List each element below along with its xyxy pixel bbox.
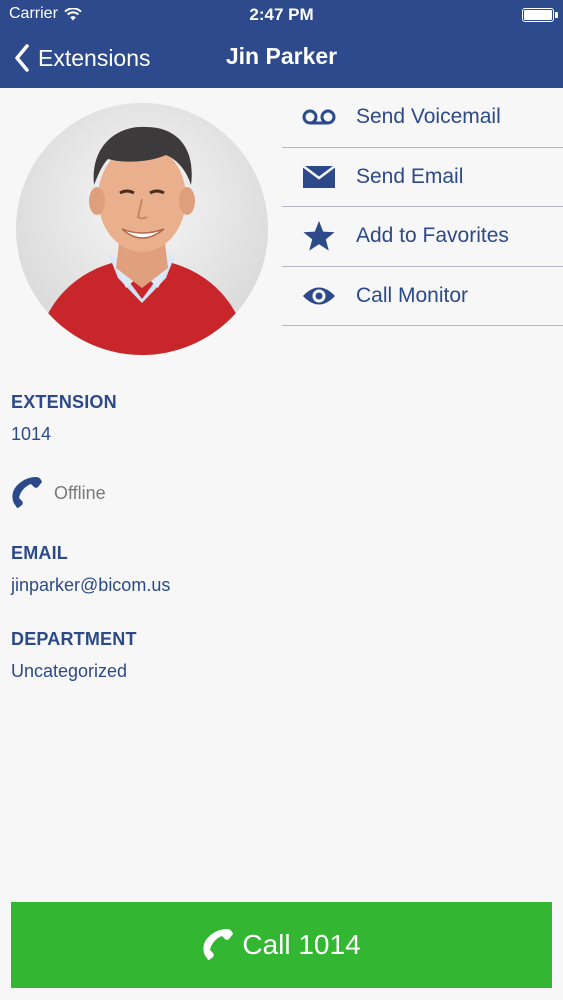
email-value[interactable]: jinparker@bicom.us [11,575,170,596]
call-monitor-button[interactable]: Call Monitor [282,267,563,326]
presence-status-text: Offline [54,482,106,503]
action-label: Send Voicemail [356,105,501,129]
action-label: Call Monitor [356,283,469,307]
extension-label: EXTENSION [11,392,117,412]
envelope-icon [302,164,336,188]
send-voicemail-button[interactable]: Send Voicemail [282,88,563,148]
phone-icon [12,477,42,508]
department-value: Uncategorized [11,661,128,681]
avatar [16,103,268,355]
action-label: Add to Favorites [356,224,509,248]
call-button-label: Call 1014 [242,929,361,960]
extension-section: EXTENSION 1014 [11,392,117,445]
department-section: DEPARTMENT Uncategorized [11,629,137,682]
add-to-favorites-button[interactable]: Add to Favorites [282,207,563,267]
nav-bar: Extensions Jin Parker [0,30,563,88]
phone-icon [203,929,234,960]
page-title: Jin Parker [225,43,338,69]
avatar-photo [16,103,268,355]
clock: 2:47 PM [249,5,314,24]
email-section: EMAIL jinparker@bicom.us [11,543,170,596]
battery-icon [522,8,558,22]
action-list: Send Voicemail Send Email Add to Favorit… [282,88,563,326]
department-label: DEPARTMENT [11,629,137,649]
action-label: Send Email [356,164,464,188]
status-bar: Carrier 2:47 PM [0,0,563,30]
email-label: EMAIL [11,543,68,563]
presence-status: Offline [11,476,106,510]
top-bar: Carrier 2:47 PM Extensions Jin Parker [0,0,563,88]
send-email-button[interactable]: Send Email [282,148,563,207]
call-button[interactable]: Call 1014 [11,902,552,988]
eye-icon [303,287,335,305]
star-icon [303,221,335,251]
voicemail-icon [302,109,336,125]
extension-value: 1014 [11,424,52,444]
